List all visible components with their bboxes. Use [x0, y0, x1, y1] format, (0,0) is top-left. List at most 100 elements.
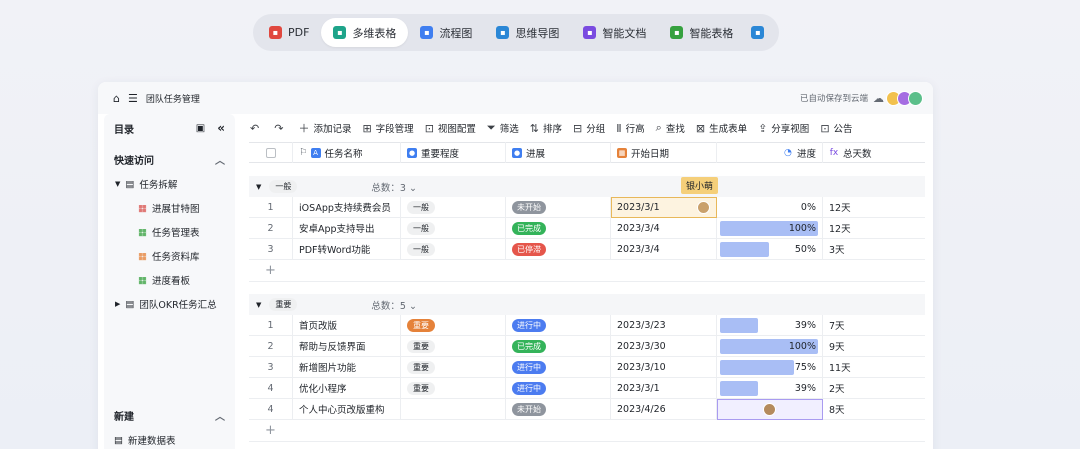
sidebar-item-4[interactable]: ▦ 进度看板 — [104, 268, 235, 292]
total-days-cell[interactable]: 8天 — [823, 399, 925, 420]
sort-button[interactable]: ⇅ 排序 — [530, 121, 562, 136]
task-name-cell[interactable]: 首页改版 — [293, 314, 401, 336]
redo-icon[interactable]: ↷ — [274, 122, 287, 135]
task-name-cell[interactable]: 新增图片功能 — [293, 356, 401, 378]
column-header[interactable]: ⚐ A 任务名称 — [293, 142, 401, 163]
filter-button[interactable]: ⏷ 筛选 — [487, 121, 519, 135]
importance-cell[interactable]: 重要 — [401, 356, 506, 378]
menu-icon[interactable]: ☰ — [128, 92, 138, 105]
sidebar-item-task-breakdown[interactable]: ▼ ▤ 任务拆解 — [104, 172, 235, 196]
group-header[interactable]: ▼ 一般 总数：3 ⌄ 银小萌 — [249, 176, 925, 197]
new-section[interactable]: 新建 ︿ — [104, 402, 235, 428]
table-row[interactable]: 1 首页改版 重要 进行中 2023/3/23 39% 7天 — [249, 314, 925, 336]
total-days-cell[interactable]: 2天 — [823, 378, 925, 399]
caret-down-icon[interactable]: ▼ — [256, 183, 261, 191]
task-name-cell[interactable]: iOSApp支持续费会员 — [293, 196, 401, 218]
tab-flowchart[interactable]: ▪ 流程图 — [408, 18, 484, 47]
row-height-button[interactable]: Ⅱ 行高 — [616, 121, 644, 136]
task-name-cell[interactable]: 安卓App支持导出 — [293, 217, 401, 239]
start-date-cell[interactable]: 2023/3/30 — [611, 335, 717, 357]
status-cell[interactable]: 已完成 — [506, 217, 611, 239]
importance-cell[interactable]: 一般 — [401, 196, 506, 218]
view-config-button[interactable]: ⊡ 视图配置 — [425, 121, 476, 136]
total-days-cell[interactable]: 12天 — [823, 218, 925, 239]
column-header[interactable]: ● 进展 — [506, 142, 611, 163]
table-row[interactable]: 2 帮助与反馈界面 重要 已完成 2023/3/30 100% 9天 — [249, 335, 925, 357]
select-all-checkbox[interactable] — [249, 142, 293, 163]
importance-cell[interactable]: 重要 — [401, 377, 506, 399]
progress-cell[interactable]: 50% — [717, 238, 823, 260]
undo-icon[interactable]: ↶ — [250, 122, 263, 135]
column-header[interactable]: ◔ 进度 — [717, 142, 823, 163]
tab-pdf[interactable]: ▪ PDF — [257, 18, 321, 47]
table-row[interactable]: 4 优化小程序 重要 进行中 2023/3/1 39% 2天 — [249, 377, 925, 399]
collapse-icon[interactable]: « — [217, 121, 225, 135]
table-row[interactable]: 4 个人中心页改版重构 未开始 2023/4/26 8天 — [249, 398, 925, 420]
tab-smart-doc[interactable]: ▪ 智能文档 — [571, 18, 658, 47]
start-date-cell[interactable]: 2023/3/10 — [611, 356, 717, 378]
more-tab-icon[interactable]: ▪ — [751, 26, 765, 39]
importance-cell[interactable]: 一般 — [401, 217, 506, 239]
quick-access-section[interactable]: 快速访问 ︿ — [104, 146, 235, 172]
home-icon[interactable]: ⌂ — [113, 92, 120, 105]
column-header[interactable]: ▦ 开始日期 — [611, 142, 717, 163]
add-record-button[interactable]: ＋添加记录 — [298, 120, 351, 136]
collaborator-avatars[interactable] — [886, 90, 923, 106]
table-row[interactable]: 1 iOSApp支持续费会员 一般 未开始 2023/3/1 0% 12天 — [249, 196, 925, 218]
notice-button[interactable]: ⊡ 公告 — [820, 121, 852, 136]
new-table-button[interactable]: ▤ 新建数据表 — [114, 428, 176, 449]
column-header[interactable]: ● 重要程度 — [401, 142, 506, 163]
status-cell[interactable]: 未开始 — [506, 398, 611, 420]
start-date-cell[interactable]: 2023/3/4 — [611, 238, 717, 260]
tab-multi-table[interactable]: ▪ 多维表格 — [321, 18, 409, 47]
tab-mindmap[interactable]: ▪ 思维导图 — [484, 18, 571, 47]
group-header[interactable]: ▼ 重要 总数：5 ⌄ — [249, 294, 925, 315]
sidebar-item-2[interactable]: ▦ 任务管理表 — [104, 220, 235, 244]
total-days-cell[interactable]: 11天 — [823, 357, 925, 378]
progress-cell[interactable]: 100% — [717, 335, 823, 357]
group-count[interactable]: 总数：3 ⌄ — [371, 180, 417, 194]
start-date-cell[interactable]: 2023/3/1 — [611, 196, 717, 218]
start-date-cell[interactable]: 2023/3/4 — [611, 217, 717, 239]
caret-down-icon[interactable]: ▼ — [256, 301, 261, 309]
status-cell[interactable]: 进行中 — [506, 377, 611, 399]
importance-cell[interactable]: 一般 — [401, 238, 506, 260]
chevron-up-icon[interactable]: ︿ — [215, 152, 225, 167]
progress-cell[interactable]: 75% — [717, 356, 823, 378]
task-name-cell[interactable]: PDF转Word功能 — [293, 238, 401, 260]
importance-cell[interactable]: 重要 — [401, 335, 506, 357]
layout-icon[interactable]: ▣ — [196, 123, 205, 134]
total-days-cell[interactable]: 3天 — [823, 239, 925, 260]
total-days-cell[interactable]: 12天 — [823, 197, 925, 218]
search-button[interactable]: ⌕ 查找 — [656, 121, 685, 135]
start-date-cell[interactable]: 2023/3/23 — [611, 314, 717, 336]
add-row-button[interactable]: + — [249, 420, 925, 442]
group-button[interactable]: ⊟ 分组 — [573, 121, 605, 136]
field-manage-button[interactable]: ⊞ 字段管理 — [362, 121, 413, 136]
column-header[interactable]: fx 总天数 — [823, 142, 925, 163]
importance-cell[interactable] — [401, 398, 506, 420]
table-row[interactable]: 3 PDF转Word功能 一般 已停滞 2023/3/4 50% 3天 — [249, 238, 925, 260]
sidebar-item-okr[interactable]: ▶ ▤ 团队OKR任务汇总 — [104, 292, 235, 316]
progress-cell[interactable]: 100% — [717, 217, 823, 239]
tab-smart-table[interactable]: ▪ 智能表格 — [658, 18, 745, 47]
status-cell[interactable]: 已停滞 — [506, 238, 611, 260]
group-count[interactable]: 总数：5 ⌄ — [371, 298, 417, 312]
task-name-cell[interactable]: 帮助与反馈界面 — [293, 335, 401, 357]
status-cell[interactable]: 未开始 — [506, 196, 611, 218]
table-row[interactable]: 2 安卓App支持导出 一般 已完成 2023/3/4 100% 12天 — [249, 217, 925, 239]
task-name-cell[interactable]: 个人中心页改版重构 — [293, 398, 401, 420]
start-date-cell[interactable]: 2023/4/26 — [611, 398, 717, 420]
start-date-cell[interactable]: 2023/3/1 — [611, 377, 717, 399]
progress-cell[interactable]: 39% — [717, 314, 823, 336]
add-row-button[interactable]: + — [249, 260, 925, 282]
task-name-cell[interactable]: 优化小程序 — [293, 377, 401, 399]
total-days-cell[interactable]: 9天 — [823, 336, 925, 357]
form-button[interactable]: ⊠ 生成表单 — [696, 121, 747, 136]
status-cell[interactable]: 进行中 — [506, 314, 611, 336]
table-row[interactable]: 3 新增图片功能 重要 进行中 2023/3/10 75% 11天 — [249, 356, 925, 378]
status-cell[interactable]: 已完成 — [506, 335, 611, 357]
sidebar-item-1[interactable]: ▦ 进展甘特图 — [104, 196, 235, 220]
importance-cell[interactable]: 重要 — [401, 314, 506, 336]
chevron-up-icon[interactable]: ︿ — [215, 408, 225, 423]
